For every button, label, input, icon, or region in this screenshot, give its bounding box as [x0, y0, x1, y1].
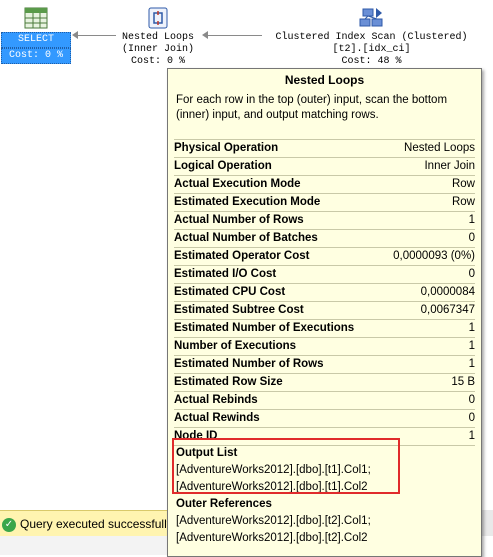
- nested-loops-icon: [148, 7, 168, 29]
- property-value: 1: [468, 430, 475, 442]
- property-name: Actual Rewinds: [174, 412, 260, 424]
- output-list-highlight-box: [172, 438, 400, 494]
- tooltip-title: Nested Loops: [284, 73, 365, 87]
- property-row: Actual Rewinds 0: [174, 410, 475, 428]
- status-text: Query executed successfully.: [20, 517, 170, 531]
- property-name: Estimated Number of Rows: [174, 358, 324, 370]
- property-name: Estimated Operator Cost: [174, 250, 310, 262]
- property-value: 0: [468, 268, 475, 280]
- property-row: Estimated I/O Cost 0: [174, 266, 475, 284]
- property-value: 1: [468, 340, 475, 352]
- property-name: Estimated I/O Cost: [174, 268, 277, 280]
- plan-arrow-2: [202, 31, 208, 39]
- status-bar: ✓ Query executed successfully.: [0, 510, 170, 537]
- property-row: Estimated Subtree Cost 0,0067347: [174, 302, 475, 320]
- property-name: Logical Operation: [174, 160, 272, 172]
- select-node-cost: Cost: 0 %: [1, 48, 71, 64]
- property-value: 0,0000093 (0%): [393, 250, 475, 262]
- properties-table: Physical Operation Nested Loops Logical O…: [174, 139, 475, 446]
- property-value: 1: [468, 214, 475, 226]
- plan-arrow-1: [72, 31, 78, 39]
- property-value: Inner Join: [424, 160, 475, 172]
- loops-node-subtitle: (Inner Join): [121, 44, 194, 55]
- property-row: Actual Number of Batches 0: [174, 230, 475, 248]
- loops-node-cost: Cost: 0 %: [130, 56, 185, 67]
- outer-references-line: [AdventureWorks2012].[dbo].[t2].Col2: [176, 532, 368, 544]
- property-name: Actual Rebinds: [174, 394, 258, 406]
- property-name: Number of Executions: [174, 340, 297, 352]
- property-name: Estimated Row Size: [174, 376, 283, 388]
- outer-references-section: Outer References [AdventureWorks2012].[d…: [176, 496, 371, 547]
- property-value: 1: [468, 322, 475, 334]
- property-row: Logical Operation Inner Join: [174, 158, 475, 176]
- property-row: Actual Number of Rows 1: [174, 212, 475, 230]
- tooltip-description: For each row in the top (outer) input, s…: [176, 94, 448, 121]
- loops-node-title: Nested Loops: [121, 32, 194, 43]
- property-row: Number of Executions 1: [174, 338, 475, 356]
- clustered-index-scan-icon: [359, 8, 382, 27]
- select-node-title: SELECT: [1, 32, 71, 48]
- property-name: Actual Execution Mode: [174, 178, 301, 190]
- scan-node-subtitle: [t2].[idx_ci]: [332, 44, 411, 55]
- property-row: Physical Operation Nested Loops: [174, 139, 475, 158]
- property-row: Estimated Row Size 15 B: [174, 374, 475, 392]
- property-row: Estimated Operator Cost 0,0000093 (0%): [174, 248, 475, 266]
- plan-node-select[interactable]: SELECT Cost: 0 %: [1, 6, 71, 64]
- property-name: Physical Operation: [174, 142, 279, 154]
- property-value: 1: [468, 358, 475, 370]
- property-value: Row: [451, 178, 475, 190]
- property-name: Estimated CPU Cost: [174, 286, 286, 298]
- success-check-icon: ✓: [2, 517, 16, 532]
- outer-references-line: [AdventureWorks2012].[dbo].[t2].Col1;: [176, 515, 371, 527]
- outer-references-title: Outer References: [176, 498, 272, 510]
- property-value: 0,0067347: [420, 304, 475, 316]
- bottom-panel: [0, 536, 167, 555]
- property-value: 15 B: [451, 376, 475, 388]
- property-row: Estimated Execution Mode Row: [174, 194, 475, 212]
- property-value: 0: [468, 412, 475, 424]
- property-value: Nested Loops: [404, 142, 475, 154]
- property-name: Estimated Subtree Cost: [174, 304, 304, 316]
- scan-node-title: Clustered Index Scan (Clustered): [275, 32, 468, 43]
- property-name: Actual Number of Rows: [174, 214, 304, 226]
- property-row: Actual Execution Mode Row: [174, 176, 475, 194]
- property-name: Estimated Execution Mode: [174, 196, 321, 208]
- scan-node-cost: Cost: 48 %: [341, 56, 402, 67]
- property-row: Estimated Number of Rows 1: [174, 356, 475, 374]
- select-icon: [24, 7, 48, 29]
- property-row: Estimated CPU Cost 0,0000084: [174, 284, 475, 302]
- property-name: Actual Number of Batches: [174, 232, 318, 244]
- property-value: 0,0000084: [420, 286, 475, 298]
- property-row: Actual Rebinds 0: [174, 392, 475, 410]
- property-value: Row: [451, 196, 475, 208]
- plan-node-clustered-index-scan[interactable]: Clustered Index Scan (Clustered) [t2].[i…: [250, 6, 493, 68]
- plan-node-nested-loops[interactable]: Nested Loops (Inner Join) Cost: 0 %: [108, 6, 208, 68]
- property-value: 0: [468, 394, 475, 406]
- property-value: 0: [468, 232, 475, 244]
- property-name: Estimated Number of Executions: [174, 322, 355, 334]
- property-row: Estimated Number of Executions 1: [174, 320, 475, 338]
